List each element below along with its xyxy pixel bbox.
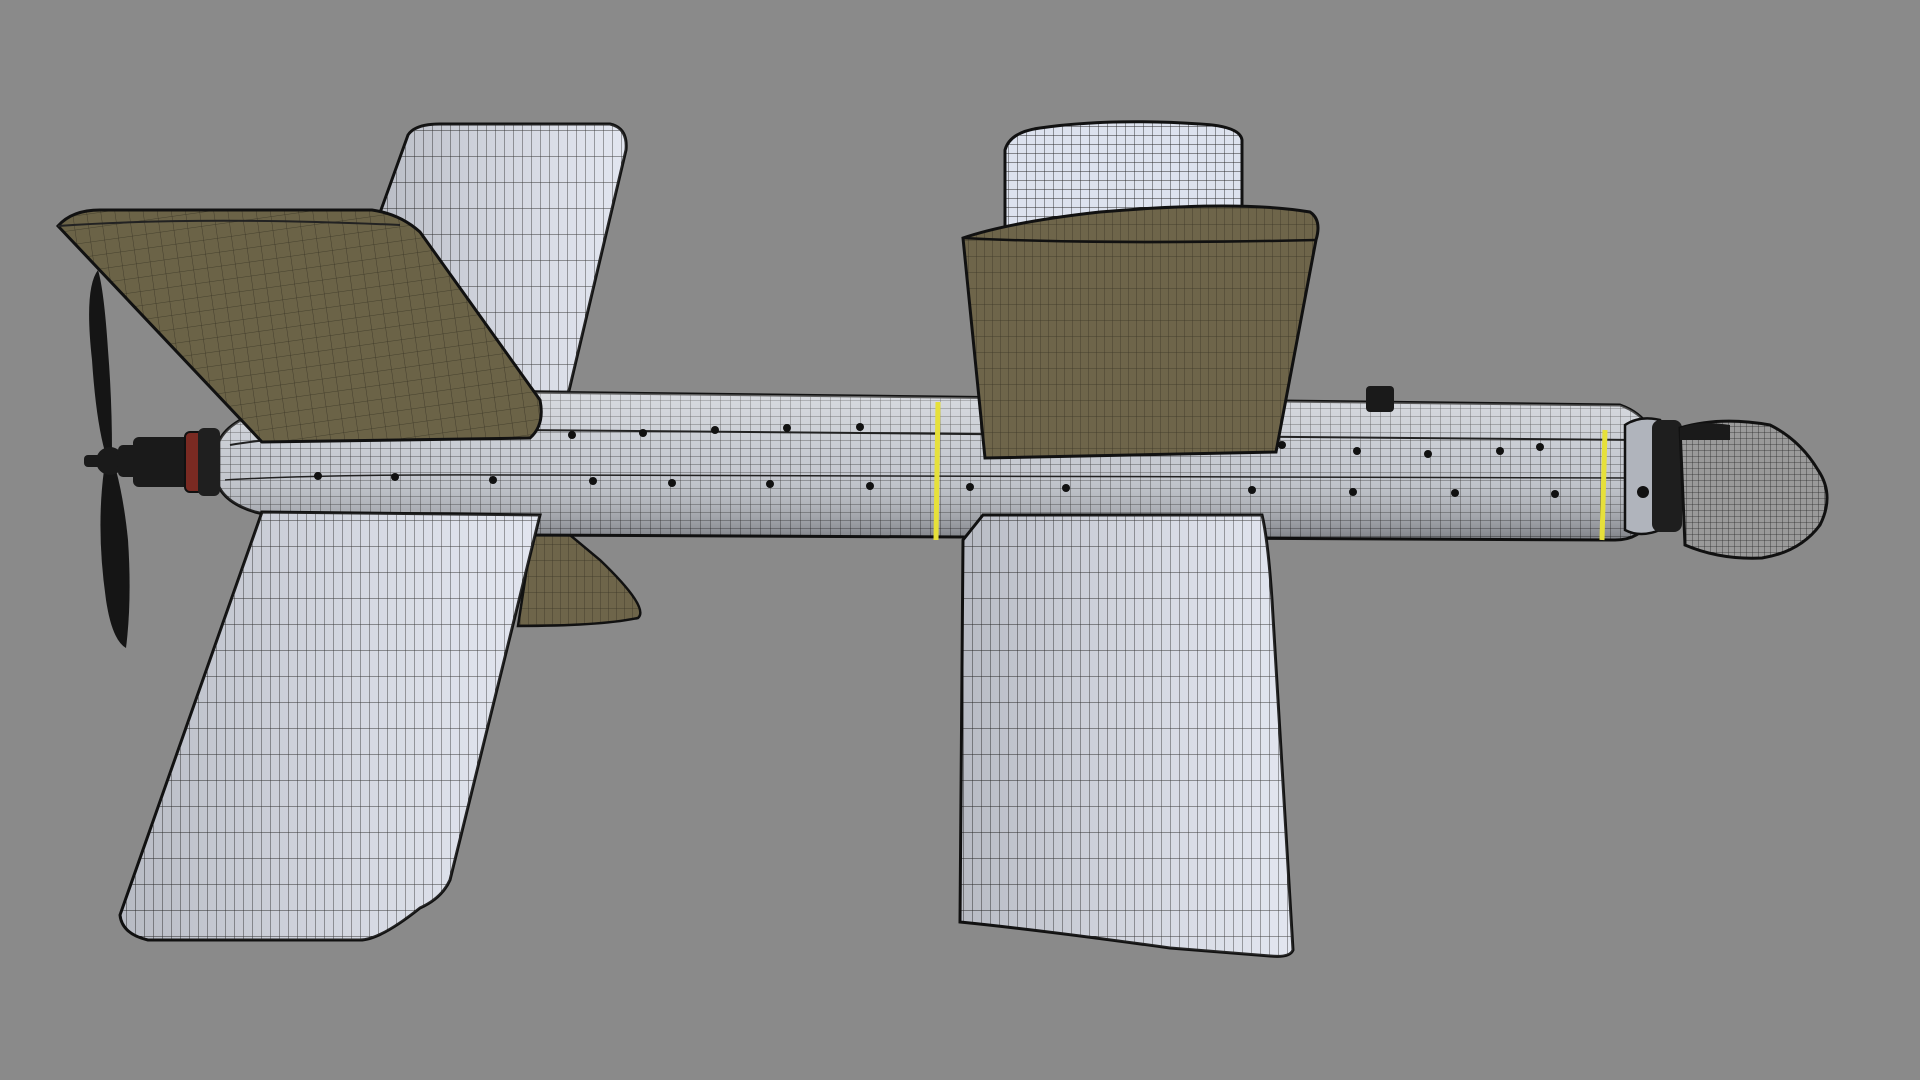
render-viewport: [0, 0, 1920, 1080]
front-upper-wing: [961, 204, 1320, 460]
sensor-dome-icon: [1678, 419, 1829, 560]
motor: [118, 428, 220, 496]
drone-model-svg: [55, 120, 1829, 958]
propeller-icon: [84, 270, 130, 648]
rear-lower-wing: [118, 510, 542, 942]
nose-section: [1623, 417, 1682, 536]
front-lower-wing: [958, 513, 1295, 958]
antenna-nub: [1366, 386, 1394, 412]
